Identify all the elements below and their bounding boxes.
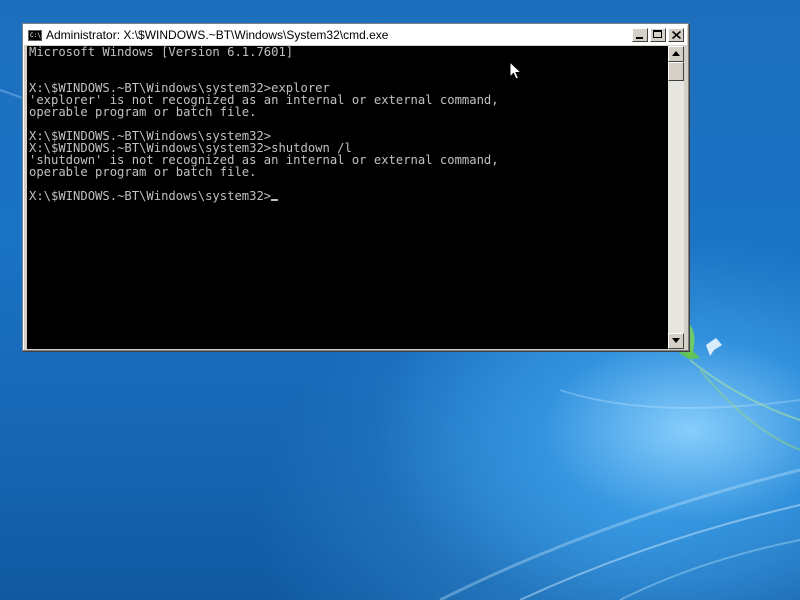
window-title: Administrator: X:\$WINDOWS.~BT\Windows\S… [46, 28, 389, 42]
mouse-pointer-icon [509, 61, 522, 80]
maximize-button[interactable] [650, 28, 666, 42]
command-prompt: X:\$WINDOWS.~BT\Windows\system32> [29, 189, 272, 203]
cmd-window[interactable]: C:\ Administrator: X:\$WINDOWS.~BT\Windo… [22, 23, 689, 351]
close-icon [672, 31, 681, 39]
close-button[interactable] [668, 28, 684, 42]
vertical-scrollbar[interactable] [668, 46, 684, 349]
console-line: operable program or batch file. [29, 165, 257, 179]
command-prompt-line[interactable]: X:\$WINDOWS.~BT\Windows\system32> [27, 190, 668, 202]
scroll-up-button[interactable] [668, 46, 684, 62]
scroll-down-button[interactable] [668, 333, 684, 349]
console-output[interactable]: Microsoft Windows [Version 6.1.7601] X:\… [27, 46, 668, 349]
minimize-button[interactable] [632, 28, 648, 42]
text-cursor [271, 199, 279, 201]
console-line: Microsoft Windows [Version 6.1.7601] [29, 46, 294, 59]
console-app-icon[interactable]: C:\ [28, 29, 42, 41]
scroll-thumb[interactable] [668, 62, 684, 81]
console-line: operable program or batch file. [29, 105, 257, 119]
arrow-up-icon [672, 51, 680, 56]
title-bar[interactable]: C:\ Administrator: X:\$WINDOWS.~BT\Windo… [24, 25, 687, 45]
arrow-down-icon [672, 338, 680, 343]
window-controls [632, 28, 684, 42]
